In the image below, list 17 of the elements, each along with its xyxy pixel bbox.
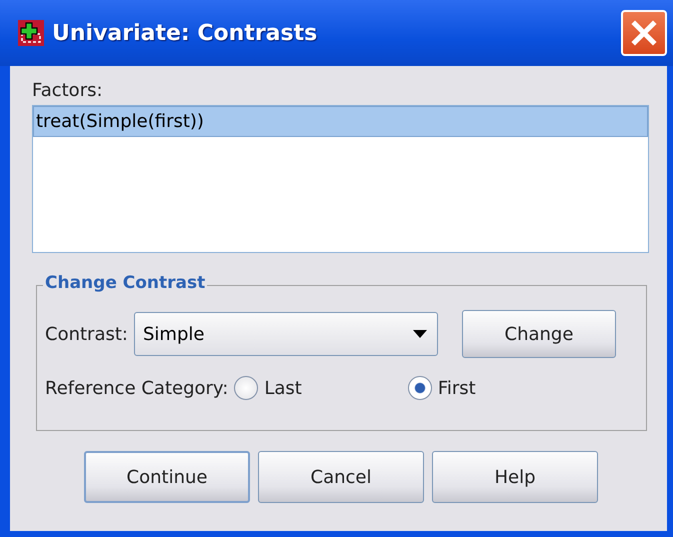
dialog-button[interactable]: Help xyxy=(432,451,598,503)
group-title: Change Contrast xyxy=(43,273,208,293)
dropdown-caret-icon xyxy=(412,330,427,338)
close-icon xyxy=(629,18,659,48)
window-title: Univariate: Contrasts xyxy=(52,20,318,46)
reference-radio[interactable]: First xyxy=(408,376,476,400)
factor-item[interactable]: treat(Simple(first)) xyxy=(33,106,648,137)
change-button[interactable]: Change xyxy=(462,310,616,358)
dialog-button[interactable]: Continue xyxy=(84,451,250,503)
dialog-button[interactable]: Cancel xyxy=(258,451,424,503)
factors-label: Factors: xyxy=(32,80,104,101)
contrast-label: Contrast: xyxy=(45,324,128,344)
reference-radio[interactable]: Last xyxy=(234,376,302,400)
contrast-dropdown[interactable]: Simple xyxy=(134,312,438,356)
reference-category-label: Reference Category: xyxy=(45,378,228,398)
app-icon xyxy=(18,20,44,46)
close-button[interactable] xyxy=(621,10,667,56)
